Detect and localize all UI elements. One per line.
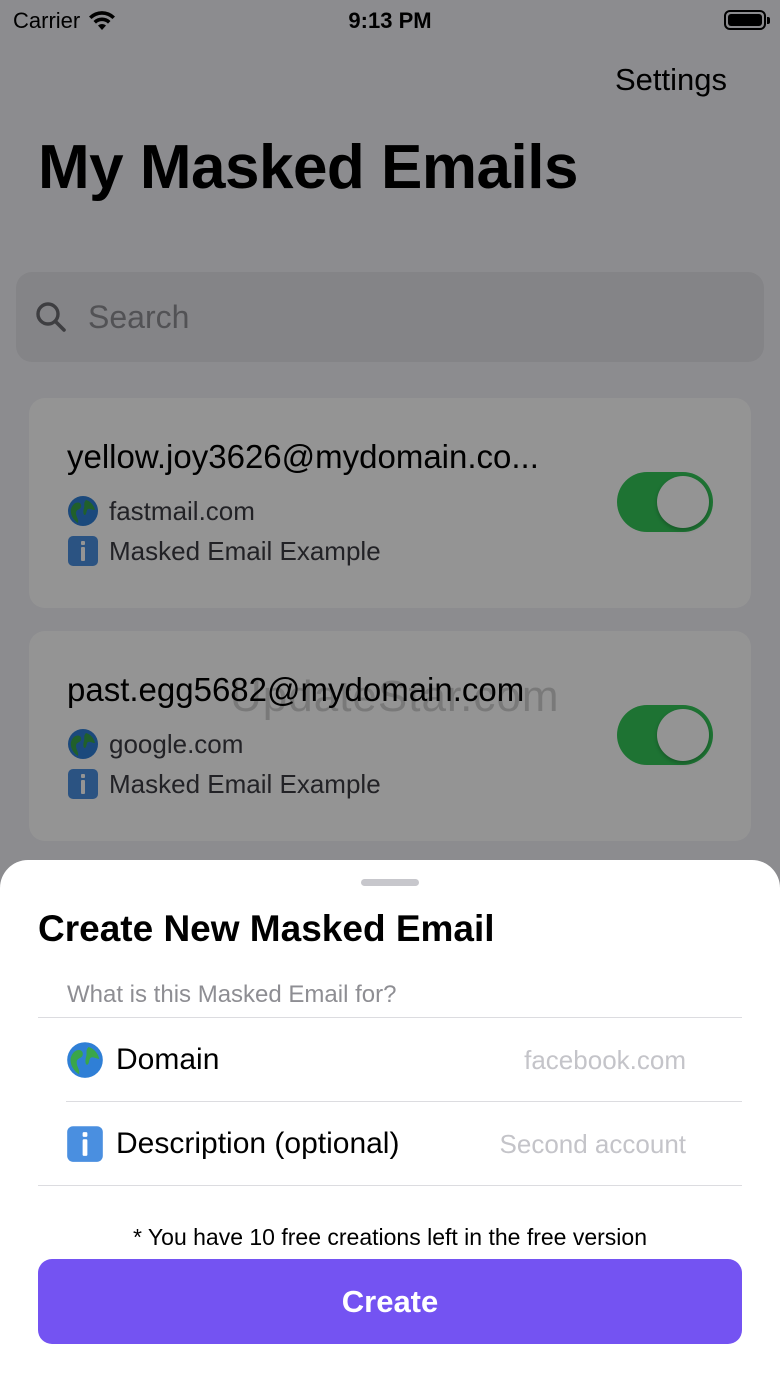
description-row[interactable]: Description (optional) [66,1102,686,1186]
sheet-grabber[interactable] [361,879,419,886]
watermark: UpdateStar.com [230,672,560,721]
domain-label: Domain [116,1043,220,1076]
create-button[interactable]: Create [38,1259,742,1344]
globe-icon [67,1042,103,1078]
create-email-sheet: Create New Masked Email What is this Mas… [0,860,780,1387]
divider [38,1185,742,1186]
domain-input[interactable] [426,1044,686,1076]
description-label: Description (optional) [116,1127,400,1160]
domain-row[interactable]: Domain [66,1018,686,1102]
section-header: What is this Masked Email for? [67,981,397,1008]
description-input[interactable] [426,1128,686,1160]
free-creations-note: * You have 10 free creations left in the… [133,1224,647,1250]
sheet-title: Create New Masked Email [38,908,495,949]
info-icon [67,1126,103,1162]
